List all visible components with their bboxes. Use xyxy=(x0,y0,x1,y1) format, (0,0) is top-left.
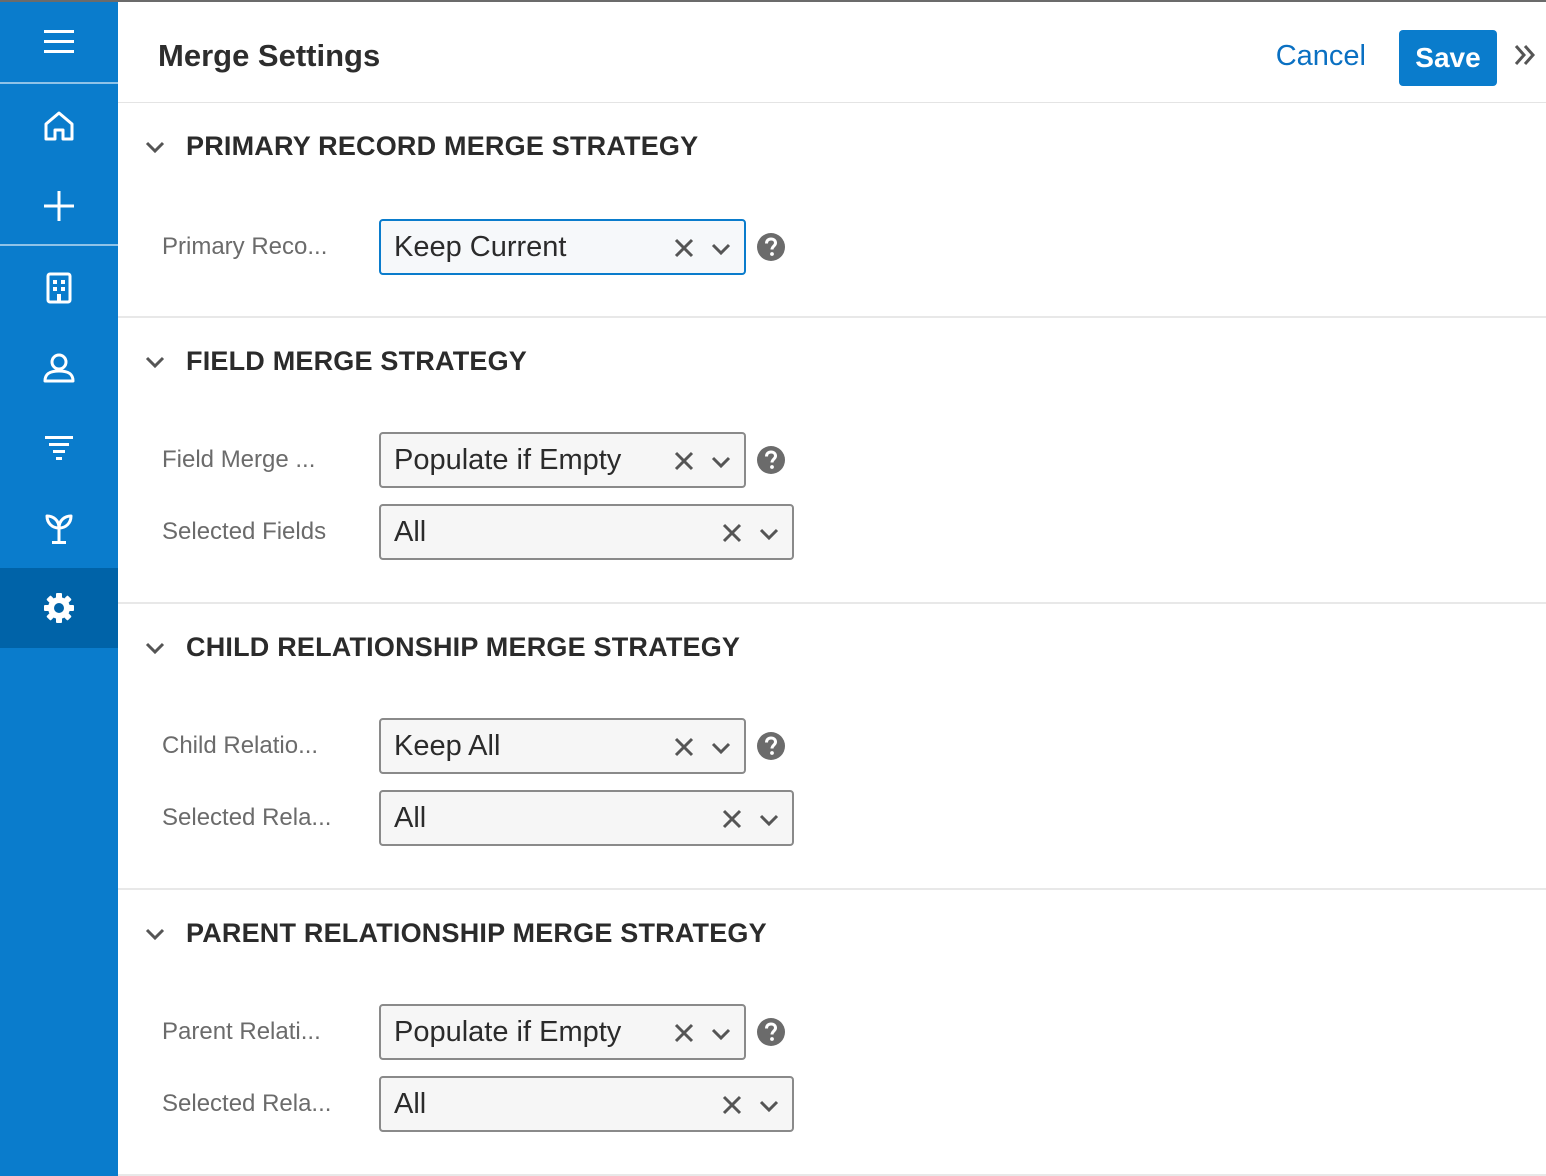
help-icon[interactable] xyxy=(756,232,786,262)
selected-relationships-select[interactable]: All xyxy=(379,1076,794,1132)
panel-header: Merge Settings Cancel Save xyxy=(118,2,1546,103)
double-chevron-right-icon[interactable] xyxy=(1512,42,1538,68)
sidebar-item-menu[interactable] xyxy=(0,2,118,82)
field-label: Selected Rela... xyxy=(162,1090,332,1117)
sidebar-item-contacts[interactable] xyxy=(0,328,118,408)
section-title: FIELD MERGE STRATEGY xyxy=(186,346,528,376)
section-toggle[interactable]: CHILD RELATIONSHIP MERGE STRATEGY xyxy=(144,632,740,663)
section-primary-record: PRIMARY RECORD MERGE STRATEGY Primary Re… xyxy=(118,103,1546,318)
sidebar-item-settings[interactable] xyxy=(0,568,118,648)
select-value: All xyxy=(394,1088,427,1120)
select-value: All xyxy=(394,802,427,834)
chevron-down-icon[interactable] xyxy=(710,451,732,473)
section-child-relationship: CHILD RELATIONSHIP MERGE STRATEGY Child … xyxy=(118,604,1546,890)
chevron-down-icon[interactable] xyxy=(710,737,732,759)
section-title: PRIMARY RECORD MERGE STRATEGY xyxy=(186,131,699,161)
help-icon[interactable] xyxy=(756,445,786,475)
save-button[interactable]: Save xyxy=(1399,30,1497,86)
page-title: Merge Settings xyxy=(158,38,381,73)
sidebar-item-home[interactable] xyxy=(0,86,118,166)
section-toggle[interactable]: PRIMARY RECORD MERGE STRATEGY xyxy=(144,131,698,162)
help-icon[interactable] xyxy=(756,731,786,761)
section-toggle[interactable]: PARENT RELATIONSHIP MERGE STRATEGY xyxy=(144,918,767,949)
select-value: All xyxy=(394,516,427,548)
gear-icon xyxy=(44,593,74,623)
person-icon xyxy=(43,353,75,383)
clear-icon[interactable] xyxy=(720,521,744,545)
sidebar-item-accounts[interactable] xyxy=(0,248,118,328)
select-value: Keep Current xyxy=(394,231,567,263)
select-value: Populate if Empty xyxy=(394,1016,622,1048)
cancel-button[interactable]: Cancel xyxy=(1276,40,1366,73)
menu-icon xyxy=(44,30,74,53)
clear-icon[interactable] xyxy=(672,449,696,473)
clear-icon[interactable] xyxy=(720,1093,744,1117)
section-title: PARENT RELATIONSHIP MERGE STRATEGY xyxy=(186,918,767,948)
clear-icon[interactable] xyxy=(720,807,744,831)
field-label: Primary Reco... xyxy=(162,233,328,260)
plus-icon xyxy=(44,191,74,221)
section-toggle[interactable]: FIELD MERGE STRATEGY xyxy=(144,346,527,377)
sidebar-divider xyxy=(0,82,118,84)
section-parent-relationship: PARENT RELATIONSHIP MERGE STRATEGY Paren… xyxy=(118,890,1546,1176)
chevron-down-icon[interactable] xyxy=(758,1095,780,1117)
field-label: Child Relatio... xyxy=(162,732,319,759)
chevron-down-icon[interactable] xyxy=(710,238,732,260)
field-label: Selected Fields xyxy=(162,518,327,545)
selected-fields-select[interactable]: All xyxy=(379,504,794,560)
clear-icon[interactable] xyxy=(672,1021,696,1045)
chevron-down-icon xyxy=(145,642,165,654)
parent-relationship-select[interactable]: Populate if Empty xyxy=(379,1004,746,1060)
chevron-down-icon[interactable] xyxy=(758,809,780,831)
clear-icon[interactable] xyxy=(672,236,696,260)
filter-icon xyxy=(45,436,73,460)
select-value: Keep All xyxy=(394,730,501,762)
chevron-down-icon xyxy=(145,928,165,940)
field-label: Selected Rela... xyxy=(162,804,332,831)
sidebar-item-growth[interactable] xyxy=(0,488,118,568)
section-field-merge: FIELD MERGE STRATEGY Field Merge ... Pop… xyxy=(118,318,1546,604)
field-label: Parent Relati... xyxy=(162,1018,321,1045)
merge-settings-window: Merge Settings Cancel Save PRIMARY RECOR… xyxy=(0,0,1546,1176)
help-icon[interactable] xyxy=(756,1017,786,1047)
chevron-down-icon xyxy=(145,356,165,368)
field-label: Field Merge ... xyxy=(162,446,316,473)
sidebar-item-filters[interactable] xyxy=(0,408,118,488)
chevron-down-icon[interactable] xyxy=(710,1023,732,1045)
child-relationship-select[interactable]: Keep All xyxy=(379,718,746,774)
clear-icon[interactable] xyxy=(672,735,696,759)
building-icon xyxy=(46,272,72,304)
chevron-down-icon xyxy=(145,141,165,153)
chevron-down-icon[interactable] xyxy=(758,523,780,545)
section-title: CHILD RELATIONSHIP MERGE STRATEGY xyxy=(186,632,741,662)
sidebar-divider xyxy=(0,244,118,246)
home-icon xyxy=(44,111,74,141)
field-merge-select[interactable]: Populate if Empty xyxy=(379,432,746,488)
sidebar xyxy=(0,2,118,1176)
select-value: Populate if Empty xyxy=(394,444,622,476)
selected-relationships-select[interactable]: All xyxy=(379,790,794,846)
sprout-icon xyxy=(45,514,73,544)
sidebar-item-add[interactable] xyxy=(0,166,118,246)
primary-record-select[interactable]: Keep Current xyxy=(379,219,746,275)
